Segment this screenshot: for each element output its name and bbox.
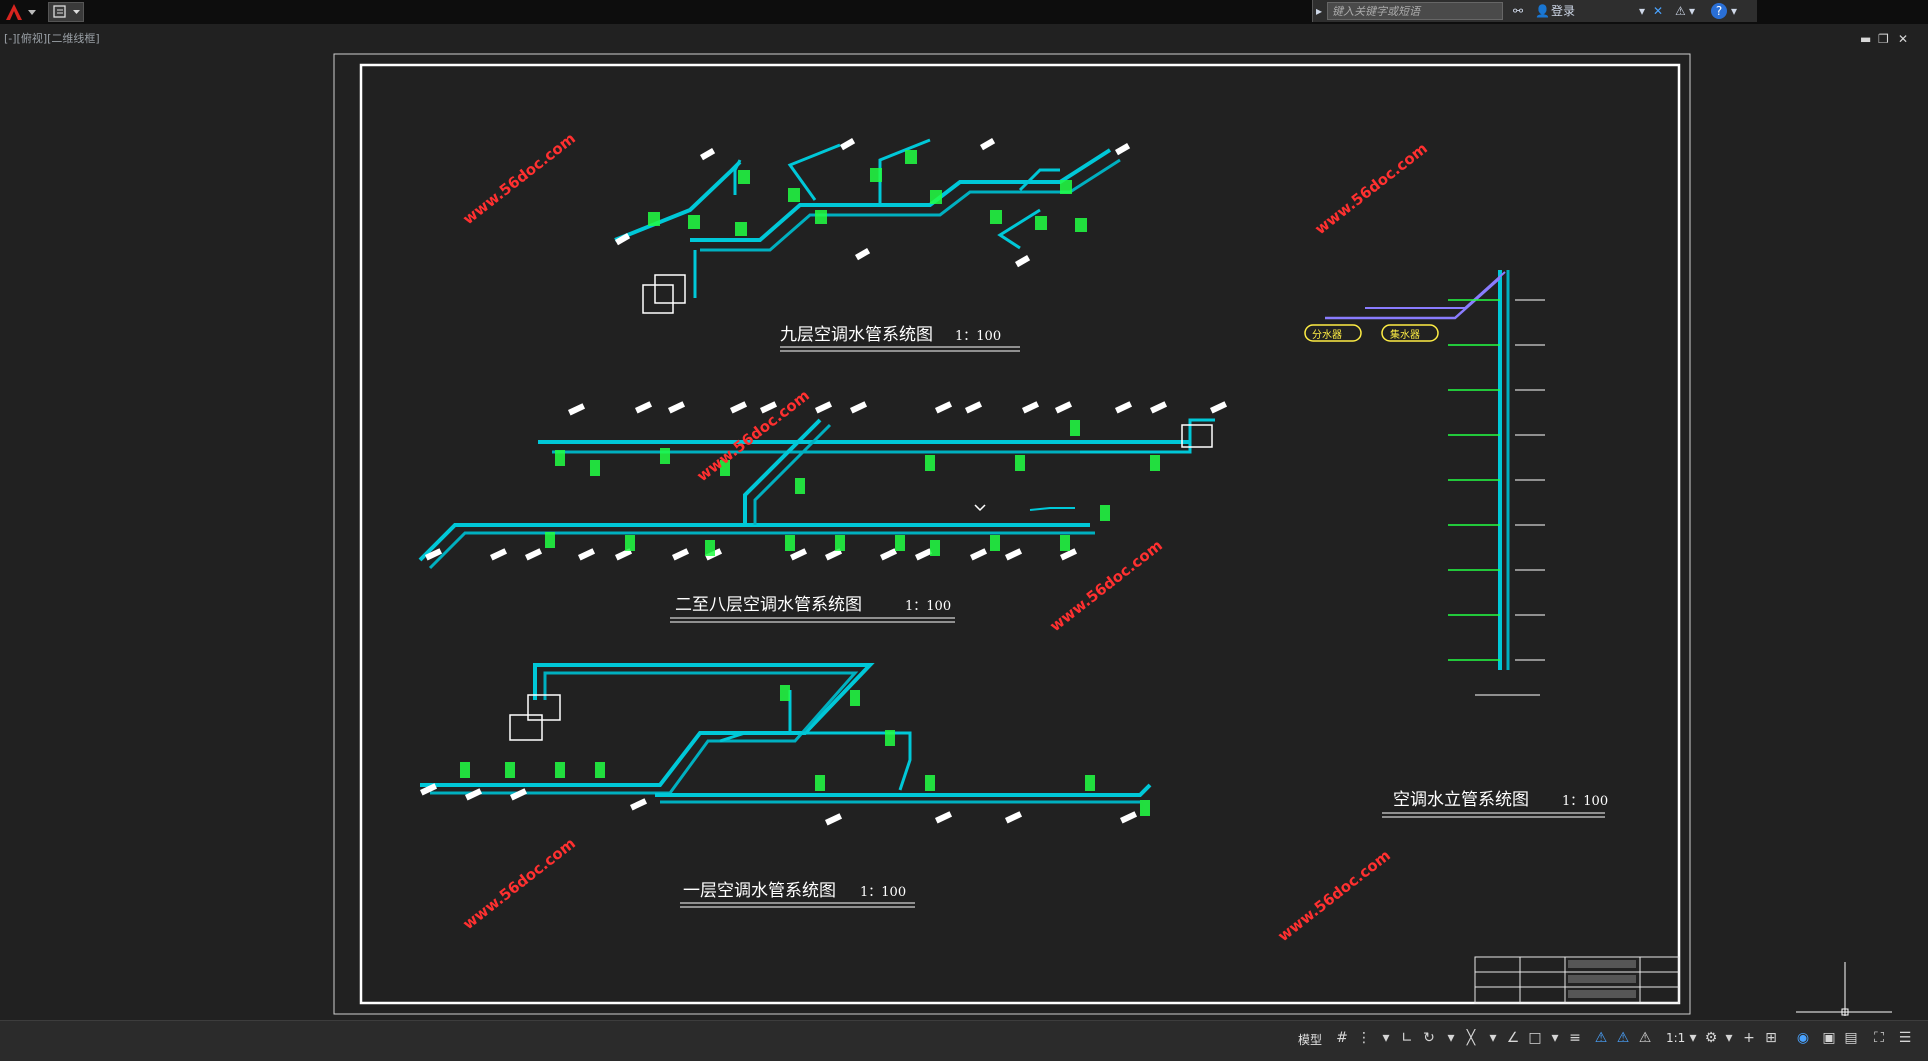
floor9-scale: 1：100 (955, 329, 1001, 344)
snap-icon[interactable]: ⋮ (1355, 1029, 1373, 1047)
annotation-scale-icon[interactable]: ⚠ (1636, 1029, 1654, 1047)
model-space-button[interactable]: 模型 (1298, 1031, 1322, 1048)
graphics-performance-icon[interactable]: ▣ (1820, 1029, 1838, 1047)
watermark-6: www.56doc.com (1274, 846, 1394, 945)
isodraft-dropdown-icon[interactable]: ▾ (1484, 1029, 1502, 1047)
floor1-scale: 1：100 (860, 885, 906, 900)
watermark-3: www.56doc.com (693, 386, 813, 485)
floor2-8-title: 二至八层空调水管系统图 (675, 595, 862, 615)
watermark-1: www.56doc.com (459, 129, 579, 228)
object-snap-icon[interactable]: □ (1526, 1029, 1544, 1047)
watermark-5: www.56doc.com (459, 834, 579, 933)
workspace-gear-icon[interactable]: ⚙ (1702, 1029, 1720, 1047)
workspace-dropdown-icon[interactable]: ▾ (1720, 1029, 1738, 1047)
isodraft-icon[interactable]: ╳ (1462, 1029, 1480, 1047)
polar-icon[interactable]: ↻ (1420, 1029, 1438, 1047)
floor9-title: 九层空调水管系统图 (780, 325, 933, 345)
floor9-pipe-diagram (614, 137, 1131, 314)
polar-dropdown-icon[interactable]: ▾ (1442, 1029, 1460, 1047)
floor2-8-pipe-diagram (418, 401, 1228, 570)
fullscreen-icon[interactable]: ⛶ (1870, 1029, 1888, 1047)
ortho-icon[interactable]: ∟ (1398, 1029, 1416, 1047)
hardware-acceleration-icon[interactable]: ◉ (1794, 1029, 1812, 1047)
snap-dropdown-icon[interactable]: ▾ (1377, 1029, 1395, 1047)
clean-screen-icon[interactable]: ▤ (1842, 1029, 1860, 1047)
isolate-objects-icon[interactable]: ⊞ (1762, 1029, 1780, 1047)
floor2-8-scale: 1：100 (905, 599, 951, 614)
annotation-visibility-icon[interactable]: ⚠ (1592, 1029, 1610, 1047)
title-block (1474, 956, 1680, 1004)
annotation-scale[interactable]: 1:1 (1666, 1031, 1685, 1045)
watermark-2: www.56doc.com (1311, 139, 1431, 238)
object-snap-tracking-icon[interactable]: ∠ (1504, 1029, 1522, 1047)
customization-menu-icon[interactable]: ☰ (1896, 1029, 1914, 1047)
legend-return-label: 集水器 (1390, 328, 1420, 341)
watermark-4: www.56doc.com (1046, 536, 1166, 635)
lineweight-icon[interactable]: ≡ (1566, 1029, 1584, 1047)
watermarks: www.56doc.com www.56doc.com www.56doc.co… (459, 129, 1431, 945)
floor1-title: 一层空调水管系统图 (683, 881, 836, 901)
plus-icon[interactable]: + (1740, 1029, 1758, 1047)
status-bar: 模型 # ⋮ ▾ ∟ ↻ ▾ ╳ ▾ ∠ □ ▾ ≡ ⚠ ⚠ ⚠ 1:1 ▾ ⚙… (0, 1020, 1928, 1061)
auto-scale-icon[interactable]: ⚠ (1614, 1029, 1632, 1047)
riser-scale: 1：100 (1562, 794, 1608, 809)
grid-icon[interactable]: # (1333, 1029, 1351, 1047)
scale-dropdown-icon[interactable]: ▾ (1684, 1029, 1702, 1047)
object-snap-dropdown-icon[interactable]: ▾ (1546, 1029, 1564, 1047)
legend-supply-label: 分水器 (1312, 329, 1342, 341)
drawing-canvas[interactable]: 九层空调水管系统图 1：100 二至八层空调水管系统图 1：100 一层空调水管… (0, 0, 1928, 1020)
crosshair-cursor-icon (1796, 962, 1892, 1016)
floor1-pipe-diagram (420, 663, 1152, 826)
riser-title: 空调水立管系统图 (1393, 790, 1529, 810)
